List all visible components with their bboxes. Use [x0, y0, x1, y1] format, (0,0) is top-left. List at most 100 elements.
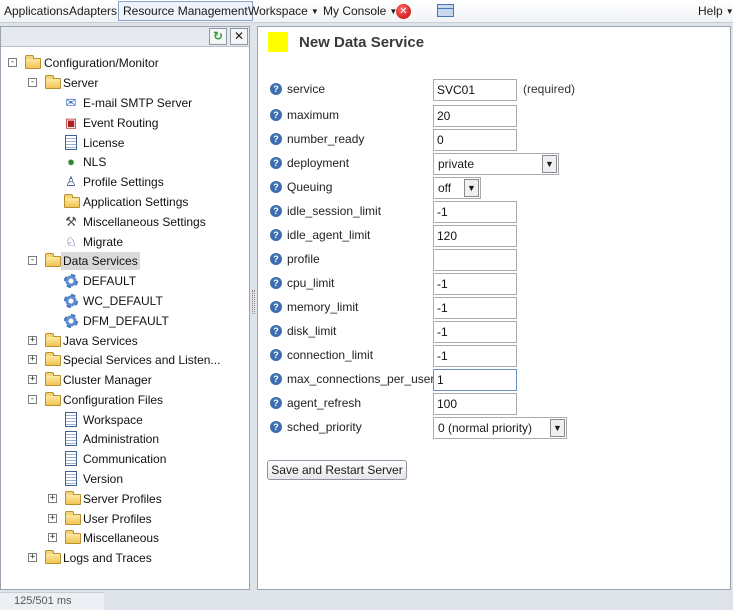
- tree-node-email-smtp[interactable]: ✉ E-mail SMTP Server: [1, 94, 249, 112]
- tree-node-configuration-files[interactable]: - Configuration Files: [1, 391, 249, 409]
- queuing-select[interactable]: off ▼: [433, 177, 481, 199]
- expand-icon[interactable]: +: [28, 336, 37, 345]
- menu-resource-management[interactable]: Resource Management: [118, 1, 253, 21]
- tree-label: Miscellaneous: [83, 531, 160, 545]
- tree-node-data-services[interactable]: - Data Services: [1, 252, 249, 270]
- collapse-icon[interactable]: -: [8, 58, 17, 67]
- tree-node-server[interactable]: - Server: [1, 74, 249, 92]
- help-icon[interactable]: ?: [270, 277, 282, 289]
- tree-label: Java Services: [63, 334, 138, 348]
- tree-label: User Profiles: [83, 512, 152, 526]
- tree-node-cf-communication[interactable]: Communication: [1, 450, 249, 468]
- menu-my-console-label: My Console: [323, 4, 387, 18]
- panel-splitter[interactable]: [252, 290, 255, 314]
- tree-node-application-settings[interactable]: Application Settings: [1, 193, 249, 211]
- number-ready-input[interactable]: 0: [433, 129, 517, 151]
- tree-node-cf-version[interactable]: Version: [1, 470, 249, 488]
- agent-refresh-input[interactable]: 100: [433, 393, 517, 415]
- tree-node-profile-settings[interactable]: ♙ Profile Settings: [1, 173, 249, 191]
- close-icon[interactable]: ✕: [396, 4, 411, 19]
- expand-icon[interactable]: +: [48, 514, 57, 523]
- tree-node-wc-default[interactable]: WC_DEFAULT: [1, 292, 249, 310]
- window-icon[interactable]: [437, 4, 454, 17]
- tree-node-default[interactable]: DEFAULT: [1, 272, 249, 290]
- tree-node-user-profiles[interactable]: + User Profiles: [1, 510, 249, 528]
- tree-label: DEFAULT: [83, 274, 137, 288]
- memory-limit-input[interactable]: -1: [433, 297, 517, 319]
- collapse-icon[interactable]: -: [28, 256, 37, 265]
- expand-icon[interactable]: +: [48, 494, 57, 503]
- select-value: 0 (normal priority): [438, 421, 533, 435]
- tree-node-configuration-monitor[interactable]: - Configuration/Monitor: [1, 54, 249, 72]
- help-icon[interactable]: ?: [270, 421, 282, 433]
- cpu-limit-input[interactable]: -1: [433, 273, 517, 295]
- tree-label: Version: [83, 472, 124, 486]
- tree-node-logs-traces[interactable]: + Logs and Traces: [1, 549, 249, 567]
- help-icon[interactable]: ?: [270, 301, 282, 313]
- connection-limit-input[interactable]: -1: [433, 345, 517, 367]
- max-connections-per-user-input[interactable]: 1: [433, 369, 517, 391]
- menu-my-console[interactable]: My Console ▼: [319, 1, 401, 21]
- close-panel-icon[interactable]: ✕: [230, 28, 248, 45]
- tree-label: NLS: [83, 155, 107, 169]
- field-label: idle_agent_limit: [287, 228, 371, 242]
- folder-icon: [64, 194, 80, 208]
- help-icon[interactable]: ?: [270, 325, 282, 337]
- tree-node-special-services[interactable]: + Special Services and Listen...: [1, 351, 249, 369]
- tree-node-license[interactable]: License: [1, 134, 249, 152]
- status-indicator: [268, 32, 288, 52]
- idle-session-limit-input[interactable]: -1: [433, 201, 517, 223]
- help-icon[interactable]: ?: [270, 83, 282, 95]
- help-icon[interactable]: ?: [270, 133, 282, 145]
- chevron-down-icon[interactable]: ▼: [464, 179, 479, 197]
- tree-node-dfm-default[interactable]: DFM_DEFAULT: [1, 312, 249, 330]
- tree-node-java-services[interactable]: + Java Services: [1, 332, 249, 350]
- help-icon[interactable]: ?: [270, 205, 282, 217]
- tree-node-cluster-manager[interactable]: + Cluster Manager: [1, 371, 249, 389]
- help-icon[interactable]: ?: [270, 373, 282, 385]
- tree-node-server-profiles[interactable]: + Server Profiles: [1, 490, 249, 508]
- tree-node-misc-settings[interactable]: ⚒ Miscellaneous Settings: [1, 213, 249, 231]
- help-icon[interactable]: ?: [270, 181, 282, 193]
- expand-icon[interactable]: +: [48, 533, 57, 542]
- field-label: memory_limit: [287, 300, 359, 314]
- tree-node-cf-workspace[interactable]: Workspace: [1, 411, 249, 429]
- field-label: number_ready: [287, 132, 365, 146]
- expand-icon[interactable]: +: [28, 375, 37, 384]
- expand-icon[interactable]: +: [28, 355, 37, 364]
- service-input[interactable]: SVC01: [433, 79, 517, 101]
- help-icon[interactable]: ?: [270, 109, 282, 121]
- maximum-input[interactable]: 20: [433, 105, 517, 127]
- refresh-icon[interactable]: ↻: [209, 28, 227, 45]
- collapse-icon[interactable]: -: [28, 395, 37, 404]
- menu-help[interactable]: Help ▼: [694, 1, 733, 21]
- chevron-down-icon[interactable]: ▼: [550, 419, 565, 437]
- help-icon[interactable]: ?: [270, 157, 282, 169]
- menu-adapters[interactable]: Adapters: [65, 1, 121, 21]
- gear-icon: [64, 274, 78, 288]
- chevron-down-icon[interactable]: ▼: [542, 155, 557, 173]
- tree-label: Logs and Traces: [63, 551, 152, 565]
- folder-icon: [45, 372, 61, 386]
- help-icon[interactable]: ?: [270, 397, 282, 409]
- tree-node-miscellaneous[interactable]: + Miscellaneous: [1, 529, 249, 547]
- tree-node-migrate[interactable]: ♘ Migrate: [1, 233, 249, 251]
- menu-applications[interactable]: Applications: [0, 1, 73, 21]
- profile-input[interactable]: [433, 249, 517, 271]
- collapse-icon[interactable]: -: [28, 78, 37, 87]
- tree-node-cf-administration[interactable]: Administration: [1, 430, 249, 448]
- tree-label: Administration: [83, 432, 160, 446]
- help-icon[interactable]: ?: [270, 253, 282, 265]
- save-and-restart-button[interactable]: Save and Restart Server: [267, 460, 407, 480]
- required-note: (required): [523, 82, 576, 96]
- sched-priority-select[interactable]: 0 (normal priority) ▼: [433, 417, 567, 439]
- disk-limit-input[interactable]: -1: [433, 321, 517, 343]
- expand-icon[interactable]: +: [28, 553, 37, 562]
- deployment-select[interactable]: private ▼: [433, 153, 559, 175]
- menu-workspace[interactable]: Workspace ▼: [244, 1, 323, 21]
- help-icon[interactable]: ?: [270, 349, 282, 361]
- tree-node-nls[interactable]: ● NLS: [1, 153, 249, 171]
- idle-agent-limit-input[interactable]: 120: [433, 225, 517, 247]
- tree-node-event-routing[interactable]: ▣ Event Routing: [1, 114, 249, 132]
- help-icon[interactable]: ?: [270, 229, 282, 241]
